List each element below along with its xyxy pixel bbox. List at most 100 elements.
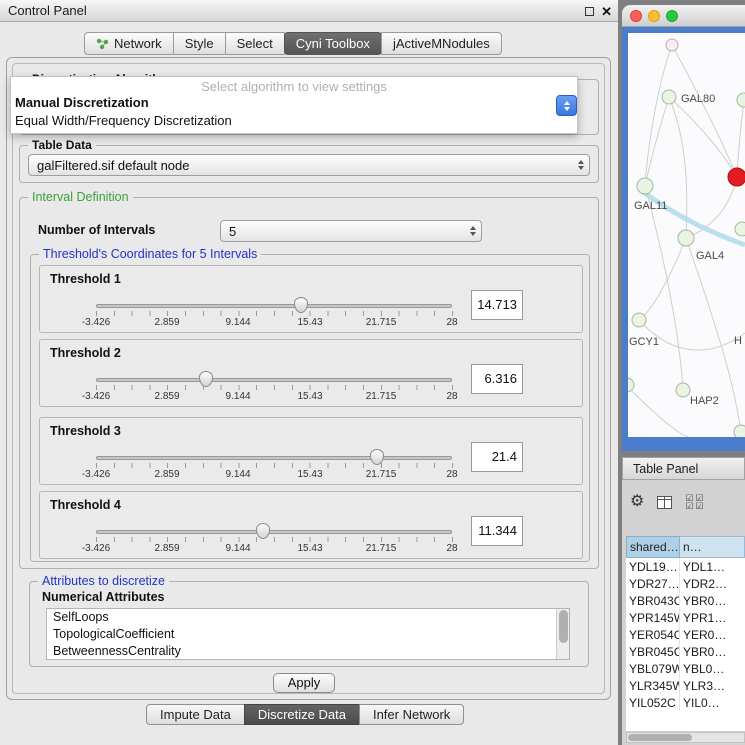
table-data-combobox[interactable]: galFiltered.sif default node bbox=[28, 154, 590, 176]
network-window: GAL80 GAL11 GAL4 GCY1 HAP2 H bbox=[622, 5, 745, 451]
network-node[interactable] bbox=[662, 90, 676, 104]
close-icon[interactable]: ✕ bbox=[601, 5, 612, 18]
node-label: GAL11 bbox=[634, 200, 667, 212]
tick-label: 28 bbox=[446, 469, 457, 480]
cell[interactable]: YIL0… bbox=[680, 694, 745, 711]
tick-label: 2.859 bbox=[154, 469, 179, 480]
network-node[interactable] bbox=[737, 93, 745, 107]
slider-track[interactable] bbox=[96, 378, 452, 382]
tick-label: 2.859 bbox=[154, 391, 179, 402]
network-node[interactable] bbox=[734, 425, 745, 437]
cell[interactable]: YLR3… bbox=[680, 677, 745, 694]
network-node[interactable] bbox=[735, 222, 745, 236]
cell[interactable]: YBR043C bbox=[626, 592, 680, 609]
minimize-traffic-light[interactable] bbox=[648, 10, 660, 22]
cell[interactable]: YLR345W bbox=[626, 677, 680, 694]
gear-icon[interactable]: ⚙ bbox=[630, 494, 644, 510]
zoom-traffic-light[interactable] bbox=[666, 10, 678, 22]
table-row[interactable]: YPR145WYPR1… bbox=[626, 609, 745, 626]
scrollbar-thumb[interactable] bbox=[559, 610, 568, 643]
list-item[interactable]: TopologicalCoefficient bbox=[47, 626, 569, 643]
cell[interactable]: YIL052C bbox=[626, 694, 680, 711]
cell[interactable]: YDL19… bbox=[626, 558, 680, 575]
threshold-2-value-field[interactable]: 6.316 bbox=[471, 364, 523, 394]
float-panel-icon[interactable] bbox=[585, 7, 594, 16]
algorithm-dropdown-popup: Select algorithm to view settings Manual… bbox=[10, 76, 578, 134]
list-item[interactable]: SelfLoops bbox=[47, 609, 569, 626]
cell[interactable]: YBL079W bbox=[626, 660, 680, 677]
tab-impute-data[interactable]: Impute Data bbox=[146, 704, 245, 725]
tab-infer-network[interactable]: Infer Network bbox=[359, 704, 464, 725]
show-columns-icon[interactable]: ☑☑☑☑ bbox=[685, 494, 705, 510]
table-row[interactable]: YBL079WYBL0… bbox=[626, 660, 745, 677]
apply-button[interactable]: Apply bbox=[273, 673, 335, 693]
threshold-4-value-field[interactable]: 11.344 bbox=[471, 516, 523, 546]
tick-label: 9.144 bbox=[225, 469, 250, 480]
table-row[interactable]: YDL19…YDL1… bbox=[626, 558, 745, 575]
cell[interactable]: YDR27… bbox=[626, 575, 680, 592]
network-node[interactable] bbox=[628, 378, 634, 392]
tab-jactivemnodules[interactable]: jActiveMNodules bbox=[381, 32, 502, 55]
tab-network[interactable]: Network bbox=[84, 32, 174, 55]
cell[interactable]: YBR0… bbox=[680, 643, 745, 660]
table-horizontal-scrollbar[interactable] bbox=[626, 732, 745, 743]
network-node[interactable] bbox=[666, 39, 678, 51]
cell[interactable]: YPR1… bbox=[680, 609, 745, 626]
table-row[interactable]: YDR27…YDR2… bbox=[626, 575, 745, 592]
column-header-shared[interactable]: shared… bbox=[626, 536, 680, 558]
cell[interactable]: YDL1… bbox=[680, 558, 745, 575]
numerical-attributes-label: Numerical Attributes bbox=[42, 590, 164, 604]
slider-track[interactable] bbox=[96, 530, 452, 534]
attributes-list-scrollbar[interactable] bbox=[556, 609, 569, 659]
bottom-tab-bar: Impute Data Discretize Data Infer Networ… bbox=[146, 704, 464, 725]
tab-select[interactable]: Select bbox=[225, 32, 285, 55]
num-intervals-combobox[interactable]: 5 bbox=[220, 220, 482, 242]
cell[interactable]: YBL0… bbox=[680, 660, 745, 677]
network-canvas[interactable]: GAL80 GAL11 GAL4 GCY1 HAP2 H bbox=[628, 33, 745, 437]
num-intervals-value: 5 bbox=[229, 224, 236, 239]
cell[interactable]: YER0… bbox=[680, 626, 745, 643]
table-row[interactable]: YBR045CYBR0… bbox=[626, 643, 745, 660]
table-row[interactable]: YER054CYER0… bbox=[626, 626, 745, 643]
algorithm-option-equal-width[interactable]: Equal Width/Frequency Discretization bbox=[11, 113, 577, 131]
algorithm-option-manual[interactable]: Manual Discretization bbox=[11, 95, 577, 113]
cell[interactable]: YDR2… bbox=[680, 575, 745, 592]
cell[interactable]: YBR045C bbox=[626, 643, 680, 660]
table-row[interactable]: YBR043CYBR0… bbox=[626, 592, 745, 609]
numerical-attributes-list[interactable]: SelfLoops TopologicalCoefficient Between… bbox=[46, 608, 570, 660]
table-toolbar: ⚙ ☑☑☑☑ bbox=[630, 490, 705, 514]
threshold-3-label: Threshold 3 bbox=[50, 424, 121, 438]
algorithm-combobox-button[interactable] bbox=[556, 95, 577, 116]
tick-label: -3.426 bbox=[82, 391, 110, 402]
cell[interactable]: YPR145W bbox=[626, 609, 680, 626]
table-data-group-label: Table Data bbox=[28, 138, 96, 152]
discretize-settings-panel: Discretization Algorithm Table Data galF… bbox=[12, 63, 605, 694]
table-data-combobox-value: galFiltered.sif default node bbox=[37, 158, 189, 173]
tab-cyni-toolbox[interactable]: Cyni Toolbox bbox=[284, 32, 382, 55]
threshold-1-value-field[interactable]: 14.713 bbox=[471, 290, 523, 320]
slider-track[interactable] bbox=[96, 304, 452, 308]
close-traffic-light[interactable] bbox=[630, 10, 642, 22]
cell[interactable]: YER054C bbox=[626, 626, 680, 643]
threshold-3-value-field[interactable]: 21.4 bbox=[471, 442, 523, 472]
tick-label: 15.43 bbox=[297, 543, 322, 554]
scrollbar-thumb[interactable] bbox=[628, 734, 692, 741]
selected-red-node[interactable] bbox=[728, 168, 745, 186]
tab-style[interactable]: Style bbox=[173, 32, 226, 55]
tab-discretize-data[interactable]: Discretize Data bbox=[244, 704, 360, 725]
network-node[interactable] bbox=[676, 383, 690, 397]
list-item[interactable]: BetweennessCentrality bbox=[47, 643, 569, 660]
threshold-2-panel: Threshold 2 -3.426 2.859 9.144 15.43 21.… bbox=[39, 339, 583, 407]
column-selector-icon[interactable] bbox=[657, 496, 672, 509]
table-row[interactable]: YIL052CYIL0… bbox=[626, 694, 745, 711]
tick-label: 9.144 bbox=[225, 543, 250, 554]
node-label: GAL4 bbox=[696, 250, 724, 262]
column-header-name[interactable]: n… bbox=[680, 536, 745, 558]
table-row[interactable]: YLR345WYLR3… bbox=[626, 677, 745, 694]
network-node[interactable] bbox=[678, 230, 694, 246]
slider-track[interactable] bbox=[96, 456, 452, 460]
node-attribute-table: shared… n… YDL19…YDL1… YDR27…YDR2… YBR04… bbox=[626, 536, 745, 731]
cell[interactable]: YBR0… bbox=[680, 592, 745, 609]
network-node[interactable] bbox=[637, 178, 653, 194]
network-node[interactable] bbox=[632, 313, 646, 327]
